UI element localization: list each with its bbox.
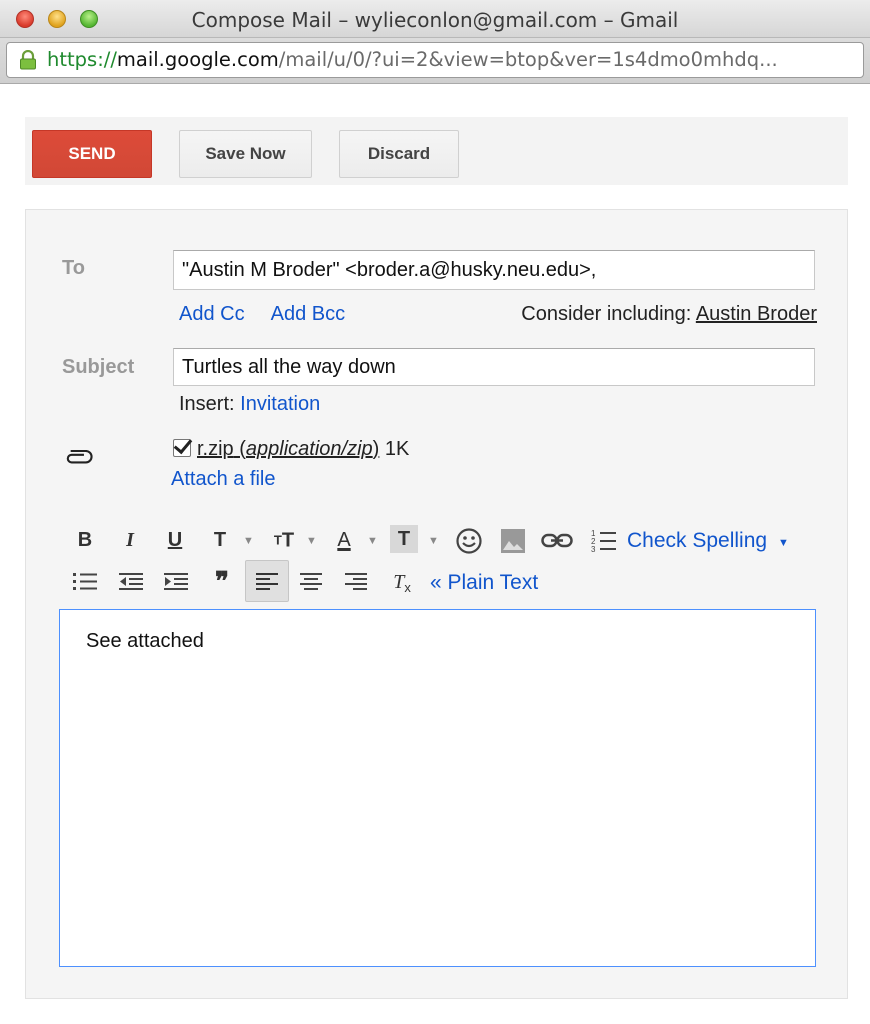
url-path: /mail/u/0/?ui=2&view=btop&ver=1s4dmo0mhd… <box>278 48 778 71</box>
quote-icon[interactable]: ❞ <box>204 564 240 600</box>
svg-text:3: 3 <box>591 545 596 554</box>
attachment-item: r.zip (application/zip) 1K <box>197 438 409 461</box>
insert-image-icon[interactable] <box>500 528 526 554</box>
url-host: mail.google.com <box>116 48 279 71</box>
bulleted-list-icon[interactable] <box>73 571 97 593</box>
emoji-icon[interactable] <box>455 527 483 555</box>
cc-bcc-row: Add Cc Add Bcc <box>179 303 345 326</box>
highlight-button[interactable]: T <box>390 525 418 553</box>
highlight-dropdown-icon: ▼ <box>428 535 439 547</box>
attachment-size: 1K <box>379 438 410 460</box>
consider-including: Consider including: Austin Broder <box>521 303 817 326</box>
numbered-list-icon[interactable]: 1 2 3 <box>591 528 617 554</box>
font-size-button[interactable]: TT <box>266 522 302 558</box>
to-field[interactable]: "Austin M Broder" <broder.a@husky.neu.ed… <box>173 250 815 290</box>
align-left-button[interactable] <box>245 560 289 602</box>
message-body-text: See attached <box>86 630 204 652</box>
insert-label: Insert: <box>179 393 241 415</box>
consider-including-label: Consider including: <box>521 303 696 325</box>
compose-panel: To "Austin M Broder" <broder.a@husky.neu… <box>25 209 848 999</box>
font-size-dropdown-icon: ▼ <box>306 535 317 547</box>
address-bar-area: https://mail.google.com/mail/u/0/?ui=2&v… <box>0 38 870 84</box>
italic-button[interactable]: I <box>112 522 148 558</box>
check-spelling-link[interactable]: Check Spelling <box>627 529 767 553</box>
text-color-button[interactable]: A <box>326 522 362 558</box>
align-right-icon[interactable] <box>345 572 367 590</box>
font-dropdown-icon: ▼ <box>243 535 254 547</box>
window-title: Compose Mail – wylieconlon@gmail.com – G… <box>191 8 679 32</box>
indent-more-icon[interactable] <box>164 572 188 592</box>
to-label: To <box>62 257 85 279</box>
underline-button[interactable]: U <box>157 522 193 558</box>
subject-label: Subject <box>62 356 135 378</box>
bold-button[interactable]: B <box>67 522 103 558</box>
paperclip-icon <box>66 450 93 464</box>
text-color-dropdown-icon: ▼ <box>367 535 378 547</box>
attach-file-link-text[interactable]: Attach a file <box>171 468 276 491</box>
message-body-editor[interactable]: See attached <box>59 609 816 967</box>
insert-row: Insert: Invitation <box>179 393 320 416</box>
compose-action-bar: SEND Save Now Discard <box>25 117 848 185</box>
plain-text-link[interactable]: « Plain Text <box>430 571 538 595</box>
align-center-icon[interactable] <box>300 572 322 590</box>
add-bcc-link[interactable]: Add Bcc <box>271 303 345 325</box>
attachment-filename[interactable]: r.zip (application/zip) <box>197 438 379 460</box>
window-titlebar: Compose Mail – wylieconlon@gmail.com – G… <box>0 0 870 38</box>
save-now-button[interactable]: Save Now <box>179 130 312 178</box>
subject-field[interactable]: Turtles all the way down <box>173 348 815 386</box>
font-button[interactable]: T <box>202 522 238 558</box>
discard-button[interactable]: Discard <box>339 130 459 178</box>
check-spelling-dropdown-icon: ▼ <box>778 537 789 549</box>
suggested-recipient-link[interactable]: Austin Broder <box>696 303 817 325</box>
attachment-checkbox[interactable] <box>173 439 191 457</box>
address-bar[interactable]: https://mail.google.com/mail/u/0/?ui=2&v… <box>6 42 864 78</box>
lock-icon <box>20 50 36 70</box>
align-left-icon <box>256 573 278 590</box>
insert-link-icon[interactable] <box>541 533 573 549</box>
url-scheme: https:// <box>47 48 117 71</box>
send-button[interactable]: SEND <box>32 130 152 178</box>
remove-formatting-icon[interactable]: Tx <box>384 564 420 600</box>
add-cc-link[interactable]: Add Cc <box>179 303 245 325</box>
indent-less-icon[interactable] <box>119 572 143 592</box>
insert-invitation-link[interactable]: Invitation <box>240 393 320 415</box>
